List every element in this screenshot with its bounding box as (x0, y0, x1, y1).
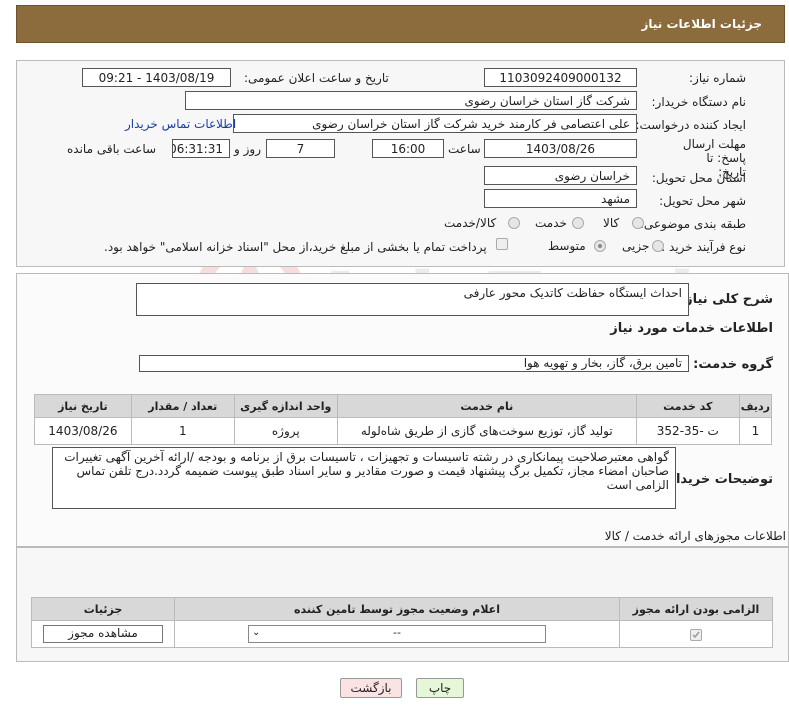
days-label: روز و (234, 142, 261, 156)
province-label: استان محل تحویل: (651, 171, 746, 185)
summary-field[interactable]: احداث ایستگاه حفاظت کاتدیک محور عارفی (136, 283, 689, 316)
permits-table: الزامی بودن ارائه مجوز اعلام وضعیت مجوز … (31, 597, 773, 648)
permit-status-value: -- (393, 626, 401, 639)
permit-required-header: الزامی بودن ارائه مجوز (619, 597, 773, 621)
buyer-notes-field[interactable]: گواهی معتبرصلاحیت پیمانکاری در رشته تاسی… (52, 447, 676, 509)
category-label: طبقه بندی موضوعی: (639, 217, 746, 231)
check-icon (692, 631, 700, 638)
chevron-down-icon: ⌄ (252, 627, 261, 638)
category-goods-service-radio[interactable] (508, 217, 520, 229)
deadline-time-field[interactable]: 16:00 (372, 139, 444, 158)
process-medium-radio[interactable] (594, 240, 606, 252)
need-number-label: شماره نیاز: (689, 71, 746, 85)
permits-title: اطلاعات مجوزهای ارائه خدمت / کالا (604, 529, 786, 543)
cell-row: 1 (738, 417, 773, 445)
process-minor-label: جزیی (622, 239, 650, 253)
permit-required-checkbox[interactable] (690, 628, 702, 641)
remaining-time-field[interactable]: 06:31:31 (172, 139, 230, 158)
city-field[interactable]: مشهد (484, 189, 637, 208)
deadline-date-field[interactable]: 1403/08/26 (484, 139, 637, 158)
remaining-label: ساعت باقی مانده (67, 142, 157, 156)
table-row: 1 ت -35-352 تولید گاز، توزیع سوخت‌های گا… (34, 417, 773, 445)
category-goods-radio[interactable] (632, 217, 644, 229)
col-code-header: کد خدمت (635, 394, 740, 418)
page-header: جزئیات اطلاعات نیاز (16, 5, 785, 43)
cell-date: 1403/08/26 (34, 417, 132, 445)
buyer-org-field[interactable]: شرکت گاز استان خراسان رضوی (185, 91, 637, 110)
service-group-field[interactable]: تامین برق، گاز، بخار و تهویه هوا (139, 355, 689, 372)
page-title: جزئیات اطلاعات نیاز (641, 17, 762, 31)
permit-status-header: اعلام وضعیت مجوز توسط تامین کننده (174, 597, 620, 621)
category-service-radio[interactable] (572, 217, 584, 229)
creator-field[interactable]: علی اعتصامی فر کارمند خرید شرکت گاز استا… (233, 114, 637, 133)
col-row-header: ردیف (738, 394, 773, 418)
col-qty-header: تعداد / مقدار (130, 394, 235, 418)
buyer-notes-label: توضیحات خریدار: (663, 472, 773, 487)
category-goods-service-label: کالا/خدمت (444, 216, 497, 230)
cell-code: ت -35-352 (635, 417, 740, 445)
permit-status-select[interactable]: -- ⌄ (248, 625, 546, 643)
announce-datetime-field[interactable]: 1403/08/19 - 09:21 (82, 68, 231, 87)
service-group-label: گروه خدمت: (693, 357, 773, 372)
permit-details-header: جزئیات (31, 597, 175, 621)
back-button[interactable]: بازگشت (340, 678, 402, 698)
deadline-time-label: ساعت (448, 142, 481, 156)
need-number-field[interactable]: 1103092409000132 (484, 68, 637, 87)
cell-qty: 1 (130, 417, 235, 445)
table-row: -- ⌄ مشاهده مجوز (31, 620, 773, 648)
services-title: اطلاعات خدمات مورد نیاز (610, 321, 773, 336)
cell-name: تولید گاز، توزیع سوخت‌های گازی از طریق ش… (336, 417, 637, 445)
days-field[interactable]: 7 (266, 139, 335, 158)
col-name-header: نام خدمت (336, 394, 637, 418)
announce-label: تاریخ و ساعت اعلان عمومی: (244, 71, 389, 85)
category-goods-label: کالا (603, 216, 620, 230)
treasury-payment-checkbox[interactable] (496, 238, 508, 250)
print-button[interactable]: چاپ (416, 678, 464, 698)
col-date-header: تاریخ نیاز (34, 394, 132, 418)
services-table: ردیف کد خدمت نام خدمت واحد اندازه گیری ت… (34, 394, 773, 445)
buyer-contact-link[interactable]: اطلاعات تماس خریدار (125, 117, 236, 131)
view-permit-button[interactable]: مشاهده مجوز (43, 625, 163, 643)
province-field[interactable]: خراسان رضوی (484, 166, 637, 185)
cell-unit: پروژه (233, 417, 338, 445)
summary-label: شرح کلی نیاز: (679, 292, 773, 307)
city-label: شهر محل تحویل: (659, 194, 746, 208)
process-minor-radio[interactable] (652, 240, 664, 252)
buyer-org-label: نام دستگاه خریدار: (651, 95, 747, 109)
category-service-label: خدمت (535, 216, 567, 230)
treasury-payment-note: پرداخت تمام یا بخشی از مبلغ خرید،از محل … (104, 240, 487, 254)
process-medium-label: متوسط (548, 239, 586, 253)
creator-label: ایجاد کننده درخواست: (635, 118, 746, 132)
col-unit-header: واحد اندازه گیری (233, 394, 338, 418)
process-label: نوع فرآیند خرید : (661, 240, 746, 254)
